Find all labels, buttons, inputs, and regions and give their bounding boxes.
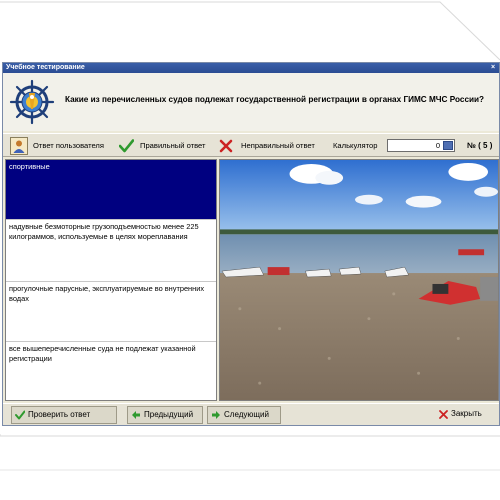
question-header: Какие из перечисленных судов подлежат го…: [3, 73, 499, 131]
close-icon: [439, 410, 448, 419]
cross-icon: [219, 139, 233, 153]
question-photo: [219, 159, 499, 401]
next-label: Следующий: [224, 410, 269, 419]
check-icon: [119, 139, 134, 153]
bottom-bar: Проверить ответ Предыдущий Следующий Зак…: [3, 403, 499, 425]
check-answer-label: Проверить ответ: [28, 410, 91, 419]
wrong-answer-label: Неправильный ответ: [241, 141, 315, 150]
calculator-icon[interactable]: [443, 141, 453, 150]
window-close-icon[interactable]: ×: [489, 64, 497, 72]
arrow-right-icon: [212, 411, 220, 419]
previous-label: Предыдущий: [144, 410, 194, 419]
correct-answer-label: Правильный ответ: [140, 141, 206, 150]
check-answer-button[interactable]: Проверить ответ: [11, 406, 117, 424]
close-button[interactable]: Закрыть: [439, 406, 482, 424]
answer-option[interactable]: спортивные: [6, 160, 216, 220]
answer-option[interactable]: прогулочные парусные, эксплуатируемые во…: [6, 282, 216, 342]
window-title: Учебное тестирование: [6, 64, 85, 71]
calculator-label: Калькулятор: [333, 141, 378, 150]
answer-list: спортивные надувные безмоторные грузопод…: [5, 159, 217, 401]
answer-option[interactable]: надувные безмоторные грузоподъемностью м…: [6, 220, 216, 282]
user-answer-label: Ответ пользователя: [33, 141, 104, 150]
answer-option[interactable]: все вышеперечисленные суда не подлежат у…: [6, 342, 216, 400]
check-answer-icon: [15, 410, 25, 420]
arrow-left-icon: [132, 411, 140, 419]
calculator-value: 0: [435, 141, 440, 150]
toolbar: Ответ пользователя Правильный ответ Непр…: [3, 133, 499, 157]
close-label: Закрыть: [451, 409, 482, 418]
next-button[interactable]: Следующий: [207, 406, 281, 424]
title-bar: Учебное тестирование ×: [3, 63, 499, 73]
question-counter: № ( 5 ): [467, 141, 493, 150]
calculator-input[interactable]: 0: [387, 139, 455, 152]
ship-wheel-logo-icon: [9, 79, 55, 125]
user-icon: [13, 140, 25, 153]
previous-button[interactable]: Предыдущий: [127, 406, 203, 424]
user-answer-button[interactable]: [10, 137, 28, 155]
question-text: Какие из перечисленных судов подлежат го…: [65, 95, 485, 104]
test-window: Учебное тестирование × Какие из перечисл…: [2, 62, 500, 426]
